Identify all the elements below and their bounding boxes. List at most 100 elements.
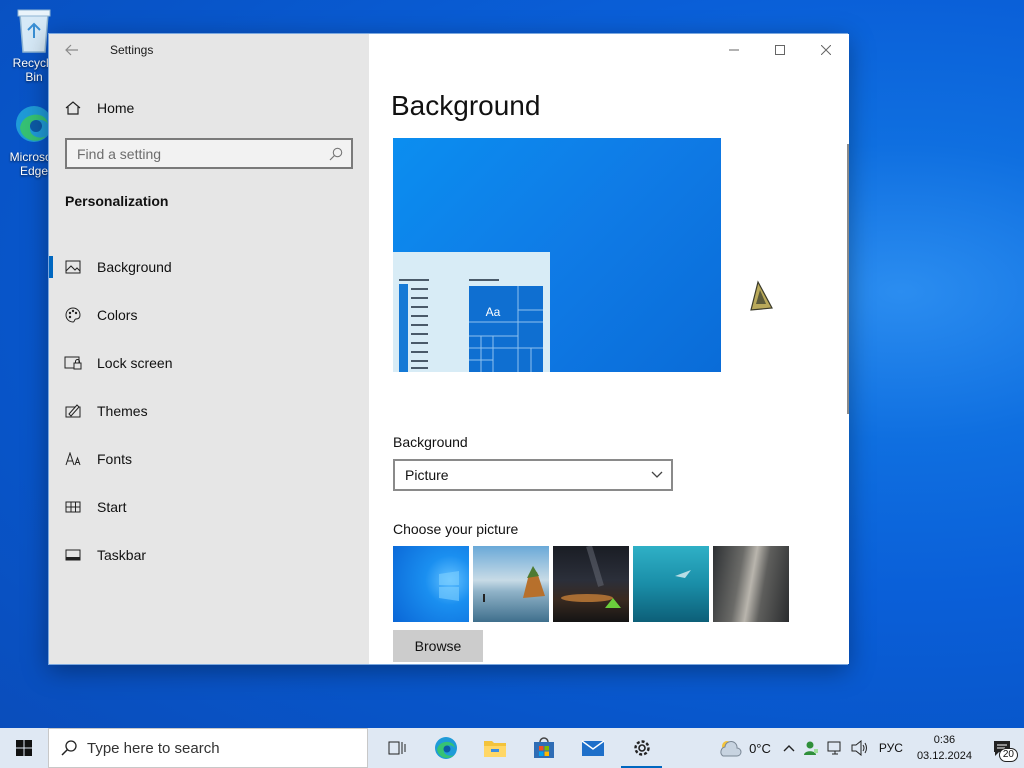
picture-thumbnail-beach-rocks[interactable]	[473, 546, 549, 622]
palette-icon	[65, 307, 81, 323]
preview-start-menu: Aa	[393, 252, 550, 372]
taskbar-settings[interactable]	[617, 728, 666, 768]
nav-item-background[interactable]: Background	[49, 243, 369, 291]
edge-icon	[434, 737, 457, 759]
maximize-icon	[775, 45, 785, 55]
night-sky-thumb	[561, 546, 621, 608]
nav-item-lock-screen[interactable]: Lock screen	[49, 339, 369, 387]
clock[interactable]: 0:36 03.12.2024	[909, 732, 980, 764]
window-controls	[711, 34, 849, 66]
busy-cursor-icon	[750, 280, 773, 311]
nav-item-label: Colors	[97, 307, 138, 323]
notification-count: 20	[998, 748, 1018, 762]
taskbar-mail[interactable]	[568, 728, 617, 768]
nav-item-label: Background	[97, 259, 172, 275]
background-preview: Aa	[393, 138, 721, 372]
picture-thumbnail-rock-cliff[interactable]	[713, 546, 789, 622]
network-button[interactable]	[823, 728, 847, 768]
windows-logo-thumb	[439, 571, 459, 601]
system-tray: 0°C РУС 0:36 03.12.2024 20	[713, 728, 1024, 768]
nav-item-label: Lock screen	[97, 355, 173, 371]
tray-user-icon-button[interactable]	[799, 728, 823, 768]
preview-tile-text: Aa	[486, 305, 501, 319]
close-icon	[821, 45, 831, 55]
choose-picture-label: Choose your picture	[393, 521, 519, 537]
beach-rocks-thumb	[483, 566, 545, 602]
background-type-value: Picture	[405, 467, 449, 483]
background-type-dropdown[interactable]: Picture	[393, 459, 673, 491]
sidebar: Settings Home Find a setting Personaliza…	[49, 34, 369, 664]
nav-item-themes[interactable]: Themes	[49, 387, 369, 435]
taskbar-store[interactable]	[519, 728, 568, 768]
clock-time: 0:36	[933, 734, 956, 746]
task-view-button[interactable]	[372, 728, 421, 768]
underwater-thumb	[675, 570, 691, 578]
nav-item-colors[interactable]: Colors	[49, 291, 369, 339]
app-title: Settings	[110, 43, 154, 57]
nav-item-taskbar[interactable]: Taskbar	[49, 531, 369, 579]
nav-item-label: Start	[97, 499, 127, 515]
volume-button[interactable]	[847, 728, 873, 768]
titlebar: Settings	[49, 34, 369, 66]
taskbar-edge[interactable]	[421, 728, 470, 768]
minimize-icon	[729, 49, 739, 51]
back-arrow-icon	[65, 44, 78, 56]
settings-window: Settings Home Find a setting Personaliza…	[48, 33, 849, 665]
weather-cloud-icon	[720, 741, 742, 757]
settings-icon	[633, 740, 650, 756]
search-icon	[329, 147, 343, 160]
taskbar-search-placeholder[interactable]: Type here to search	[87, 740, 220, 757]
maximize-button[interactable]	[757, 34, 803, 66]
clock-date: 03.12.2024	[916, 750, 972, 762]
windows-logo-icon	[16, 740, 32, 756]
nav-item-start[interactable]: Start	[49, 483, 369, 531]
content-pane: Background Aa Background Picture Choose …	[369, 34, 849, 664]
scrollbar[interactable]	[847, 144, 849, 414]
task-view-icon	[388, 741, 405, 755]
taskbar: Type here to search 0°C РУС 0:36 03.12.2…	[0, 728, 1024, 768]
speaker-icon	[851, 740, 867, 756]
background-type-label: Background	[393, 434, 468, 450]
lock-screen-icon	[64, 356, 82, 370]
taskbar-file-explorer[interactable]	[470, 728, 519, 768]
start-button[interactable]	[0, 728, 48, 768]
nav-item-fonts[interactable]: Fonts	[49, 435, 369, 483]
weather-widget[interactable]: 0°C	[713, 728, 779, 768]
nav-home[interactable]: Home	[49, 92, 369, 124]
picture-icon	[65, 260, 81, 274]
picture-thumbnail-windows[interactable]	[393, 546, 469, 622]
input-language[interactable]: РУС	[873, 728, 909, 768]
browse-button[interactable]: Browse	[393, 630, 483, 662]
show-hidden-icons-button[interactable]	[779, 728, 799, 768]
fonts-icon	[65, 452, 81, 466]
picture-thumbnail-underwater[interactable]	[633, 546, 709, 622]
taskbar-search-box[interactable]: Type here to search	[48, 728, 368, 768]
nav-home-label: Home	[97, 100, 135, 116]
notifications-button[interactable]: 20	[980, 728, 1024, 768]
search-icon	[61, 740, 77, 756]
page-title: Background	[391, 90, 541, 121]
mail-icon	[581, 740, 604, 756]
weather-temp: 0°C	[749, 740, 771, 756]
find-setting-search[interactable]: Find a setting	[65, 138, 353, 169]
start-icon	[65, 501, 81, 513]
chevron-down-icon	[651, 471, 663, 478]
picture-thumbnail-night-sky[interactable]	[553, 546, 629, 622]
picture-thumbnails	[393, 546, 789, 622]
themes-icon	[65, 404, 81, 418]
nav-item-label: Taskbar	[97, 547, 147, 563]
network-icon	[827, 741, 841, 755]
file-explorer-icon	[483, 741, 506, 757]
chevron-up-icon	[783, 745, 795, 752]
search-placeholder[interactable]: Find a setting	[77, 146, 329, 162]
minimize-button[interactable]	[711, 34, 757, 66]
close-button[interactable]	[803, 34, 849, 66]
nav-list: Background Colors Lock screen Themes Fon…	[49, 243, 369, 579]
store-icon	[533, 737, 554, 758]
nav-item-label: Themes	[97, 403, 148, 419]
preview-start-menu-graphic: Aa	[399, 279, 543, 372]
taskbar-icon	[65, 549, 81, 561]
back-button[interactable]	[49, 34, 95, 66]
user-account-icon	[803, 741, 818, 755]
home-icon	[65, 101, 81, 115]
